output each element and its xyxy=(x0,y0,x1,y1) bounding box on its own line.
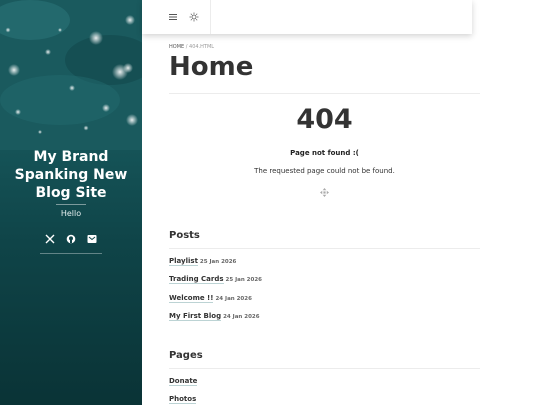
pages-divider xyxy=(169,368,480,369)
page-link-photos[interactable]: Photos xyxy=(169,395,197,404)
posts-heading: Posts xyxy=(169,230,200,241)
breadcrumb: HOME / 404.HTML xyxy=(169,44,214,50)
post-date: 25 Jan 2026 xyxy=(199,259,237,265)
post-item: Trading Cards 25 Jan 2026 xyxy=(169,275,262,284)
email-icon[interactable] xyxy=(87,233,98,244)
post-item: Playlist 25 Jan 2026 xyxy=(169,257,237,266)
post-link[interactable]: My First Blog xyxy=(169,312,222,321)
github-icon[interactable] xyxy=(66,233,77,244)
site-title[interactable]: My Brand Spanking New Blog Site xyxy=(0,148,142,202)
error-message: The requested page could not be found. xyxy=(254,167,395,175)
post-link[interactable]: Playlist xyxy=(169,257,198,266)
post-date: 24 Jan 2026 xyxy=(223,314,260,320)
main-content: HOME / 404.HTML Home 404 Page not found … xyxy=(169,0,480,405)
brand-divider xyxy=(56,204,86,205)
post-date: 24 Jan 2026 xyxy=(215,296,252,302)
error-heading: Page not found :( xyxy=(290,149,359,157)
move-arrows-icon xyxy=(320,188,329,197)
post-link[interactable]: Welcome !! xyxy=(169,294,214,303)
title-divider xyxy=(169,93,480,94)
breadcrumb-home[interactable]: HOME xyxy=(169,44,184,50)
breadcrumb-current: / 404.HTML xyxy=(185,44,215,50)
sidebar: My Brand Spanking New Blog Site Hello xyxy=(0,0,142,405)
site-tagline: Hello xyxy=(60,209,82,218)
post-link[interactable]: Trading Cards xyxy=(169,275,224,284)
post-item: Welcome !! 24 Jan 2026 xyxy=(169,294,252,303)
post-date: 25 Jan 2026 xyxy=(225,277,262,283)
social-divider xyxy=(40,253,102,254)
pages-heading: Pages xyxy=(169,350,203,361)
social-links xyxy=(0,233,142,244)
post-item: My First Blog 24 Jan 2026 xyxy=(169,312,260,321)
page-title: Home xyxy=(169,52,254,82)
page-link-donate[interactable]: Donate xyxy=(169,377,198,386)
sidebar-background-image xyxy=(0,0,142,150)
posts-divider xyxy=(169,248,480,249)
error-code: 404 xyxy=(296,104,353,135)
x-icon[interactable] xyxy=(45,233,56,244)
